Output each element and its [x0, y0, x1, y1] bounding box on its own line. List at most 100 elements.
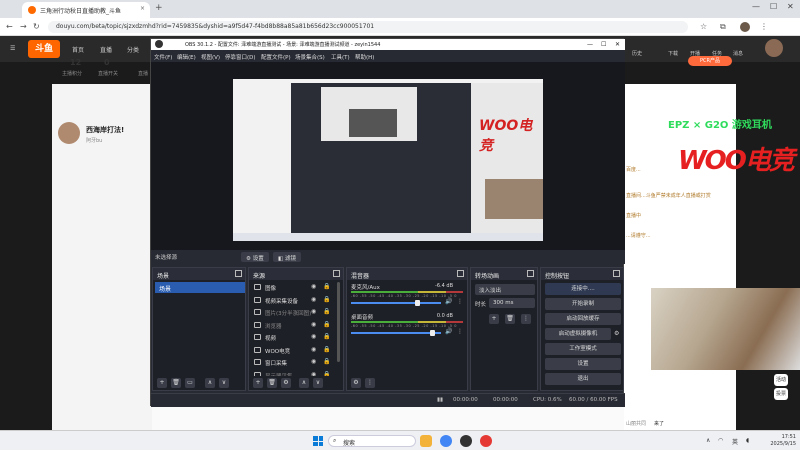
replay-buffer-button[interactable]: 启动回放缓存 — [545, 313, 621, 325]
desktop-volume-slider[interactable] — [351, 332, 441, 334]
scene-down-button[interactable]: ∨ — [219, 378, 229, 388]
remove-scene-button[interactable]: 🗑 — [171, 378, 181, 388]
source-item[interactable]: 图片(3分半涨回图) ◉ 🔒 — [251, 307, 343, 318]
source-item[interactable]: 窗口采集 ◉ 🔒 — [251, 357, 343, 368]
douyu-logo[interactable]: 斗鱼 — [28, 40, 60, 58]
desktop-more-icon[interactable]: ⋮ — [457, 328, 463, 335]
scene-up-button[interactable]: ∧ — [205, 378, 215, 388]
taskbar-search[interactable]: ⌕ 搜索 — [328, 435, 416, 447]
source-up-button[interactable]: ∧ — [299, 378, 309, 388]
tray-chevron-icon[interactable]: ∧ — [706, 437, 710, 444]
source-item[interactable]: 浏览器 ◉ 🔒 — [251, 320, 343, 331]
nav-category[interactable]: 分类 — [127, 45, 139, 54]
tray-volume-icon[interactable]: ◖ — [746, 437, 749, 444]
visibility-eye-icon[interactable]: ◉ — [311, 283, 316, 290]
record-button[interactable]: 开始录制 — [545, 298, 621, 310]
obs-maximize-icon[interactable]: ☐ — [601, 41, 606, 48]
lock-icon[interactable]: 🔒 — [323, 321, 330, 328]
lock-icon[interactable]: 🔒 — [323, 308, 330, 315]
obs-preview[interactable]: WOO电竞 — [151, 62, 625, 250]
pcr-badge[interactable]: PCR产品 — [688, 56, 732, 66]
side-vote-button[interactable]: 投票 — [774, 388, 788, 400]
header-download[interactable]: 下载 — [668, 50, 678, 57]
obs-taskbar-icon[interactable] — [460, 435, 472, 447]
close-window-icon[interactable]: ✕ — [787, 2, 794, 11]
forward-icon[interactable]: → — [20, 22, 27, 31]
bookmark-icon[interactable]: ☆ — [700, 22, 707, 31]
scenes-popout-icon[interactable] — [235, 270, 242, 277]
hamburger-icon[interactable]: ☰ — [10, 45, 15, 52]
tray-lang[interactable]: 英 — [732, 437, 738, 446]
settings-button[interactable]: 设置 — [545, 358, 621, 370]
extensions-icon[interactable]: ⧉ — [720, 22, 726, 32]
side-activity-button[interactable]: 活动 — [774, 374, 788, 386]
url-field[interactable]: douyu.com/beta/topic/sjzxdzmhd?rid=74598… — [48, 21, 688, 33]
mic-speaker-icon[interactable]: 🔊 — [445, 298, 452, 305]
menu-scene-collection[interactable]: 场景集合(S) — [295, 53, 325, 61]
add-scene-button[interactable]: + — [157, 378, 167, 388]
lock-icon[interactable]: 🔒 — [323, 358, 330, 365]
header-messages[interactable]: 消息 — [733, 50, 743, 57]
source-item[interactable]: 视频采集设备 ◉ 🔒 — [251, 295, 343, 306]
mixer-popout-icon[interactable] — [457, 270, 464, 277]
mic-volume-slider[interactable] — [351, 302, 441, 304]
studio-mode-button[interactable]: 工作室模式 — [545, 343, 621, 355]
mixer-menu-button[interactable]: ⋮ — [365, 378, 375, 388]
obs-close-icon[interactable]: ✕ — [615, 41, 620, 48]
browser-tab[interactable]: 三角洲行动秋日直播助教_斗鱼 × — [22, 2, 150, 18]
visibility-eye-icon[interactable]: ◉ — [311, 308, 316, 315]
stream-button[interactable]: 连接中.... — [545, 283, 621, 295]
file-explorer-icon[interactable] — [420, 435, 432, 447]
profile-avatar[interactable] — [740, 22, 750, 32]
minimize-icon[interactable]: — — [752, 2, 760, 11]
menu-file[interactable]: 文件(F) — [154, 53, 172, 61]
maximize-icon[interactable]: ☐ — [770, 2, 777, 11]
menu-tools[interactable]: 工具(T) — [331, 53, 350, 61]
transitions-popout-icon[interactable] — [527, 270, 534, 277]
lock-icon[interactable]: 🔒 — [323, 346, 330, 353]
remove-source-button[interactable]: 🗑 — [267, 378, 277, 388]
visibility-eye-icon[interactable]: ◉ — [311, 321, 316, 328]
sources-scrollbar[interactable] — [337, 282, 340, 362]
virtual-camera-gear-icon[interactable]: ⚙ — [614, 330, 619, 337]
menu-edit[interactable]: 编辑(E) — [177, 53, 196, 61]
new-tab-icon[interactable]: + — [155, 3, 163, 13]
tray-wifi-icon[interactable]: ◠ — [718, 437, 723, 444]
controls-popout-icon[interactable] — [613, 270, 620, 277]
virtual-camera-button[interactable]: 启动虚拟摄像机 — [545, 328, 611, 340]
visibility-eye-icon[interactable]: ◉ — [311, 333, 316, 340]
reload-icon[interactable]: ↻ — [33, 22, 40, 31]
source-down-button[interactable]: ∨ — [313, 378, 323, 388]
scene-item[interactable]: 场景 — [155, 282, 245, 293]
transition-menu-button[interactable]: ⋮ — [521, 314, 531, 324]
duration-input[interactable]: 300 ms — [489, 298, 535, 308]
source-props-button[interactable]: ⚙ — [281, 378, 291, 388]
header-history[interactable]: 历史 — [632, 50, 642, 57]
taskbar-clock[interactable]: 17:51 2025/9/15 — [762, 434, 796, 448]
menu-profile[interactable]: 配置文件(P) — [261, 53, 291, 61]
sources-popout-icon[interactable] — [333, 270, 340, 277]
exit-button[interactable]: 退出 — [545, 373, 621, 385]
nav-home[interactable]: 首页 — [72, 45, 84, 54]
transition-select[interactable]: 淡入淡出 — [475, 284, 535, 295]
desktop-speaker-icon[interactable]: 🔊 — [445, 328, 452, 335]
menu-docks[interactable]: 停靠窗口(D) — [225, 53, 256, 61]
back-icon[interactable]: ← — [6, 22, 13, 31]
streamer-card[interactable]: 西海岸打法! 阿牙bu — [58, 120, 150, 150]
mic-volume-knob[interactable] — [414, 300, 420, 306]
source-item[interactable]: 图像 ◉ 🔒 — [251, 282, 343, 293]
visibility-eye-icon[interactable]: ◉ — [311, 346, 316, 353]
menu-view[interactable]: 视图(V) — [201, 53, 220, 61]
mixer-settings-button[interactable]: ⚙ — [351, 378, 361, 388]
close-tab-icon[interactable]: × — [140, 5, 145, 12]
mic-more-icon[interactable]: ⋮ — [457, 298, 463, 305]
source-item[interactable]: 视频 ◉ 🔒 — [251, 332, 343, 343]
lock-icon[interactable]: 🔒 — [323, 333, 330, 340]
visibility-eye-icon[interactable]: ◉ — [311, 358, 316, 365]
menu-help[interactable]: 帮助(H) — [355, 53, 374, 61]
lock-icon[interactable]: 🔒 — [323, 296, 330, 303]
scene-filters-button[interactable]: ▭ — [185, 378, 195, 388]
app-taskbar-icon[interactable] — [480, 435, 492, 447]
user-avatar[interactable] — [765, 39, 783, 57]
add-transition-button[interactable]: + — [489, 314, 499, 324]
